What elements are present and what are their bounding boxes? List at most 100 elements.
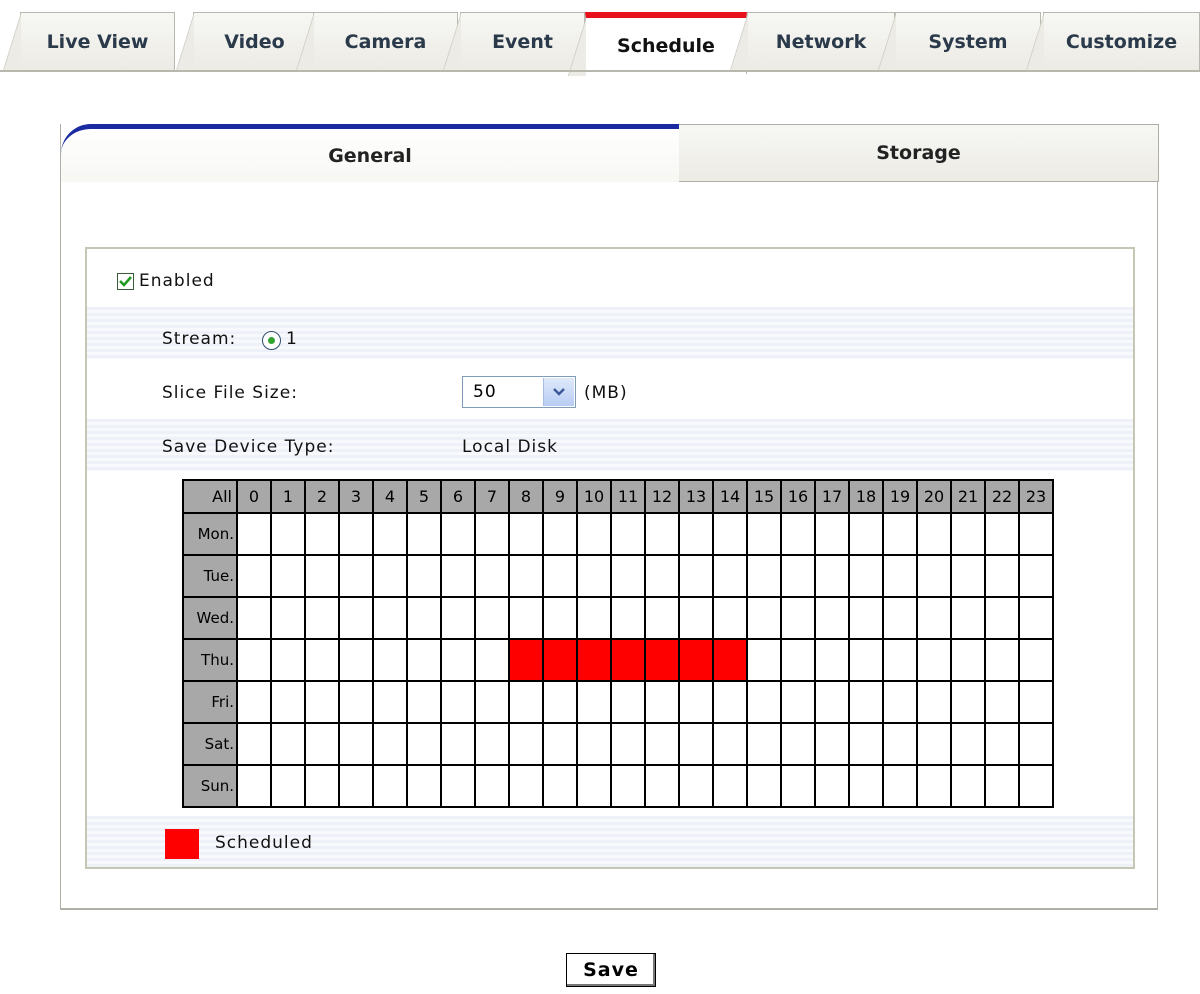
hour-header-18[interactable]: 18 [848,479,884,514]
hour-header-10[interactable]: 10 [576,479,612,514]
save-button[interactable]: Save [566,953,656,987]
schedule-cell[interactable] [406,554,442,598]
schedule-cell[interactable] [542,764,578,808]
schedule-cell[interactable] [678,680,714,724]
schedule-cell[interactable] [780,638,816,682]
schedule-cell[interactable] [440,596,476,640]
schedule-cell[interactable] [542,680,578,724]
schedule-cell[interactable] [644,764,680,808]
schedule-cell[interactable] [1018,764,1054,808]
schedule-cell[interactable] [270,512,306,556]
schedule-cell[interactable] [882,554,918,598]
tab-system[interactable]: System [878,12,1041,71]
schedule-cell[interactable] [882,764,918,808]
schedule-cell[interactable] [610,638,646,682]
schedule-cell[interactable] [270,680,306,724]
schedule-cell[interactable] [304,722,340,766]
schedule-cell[interactable] [882,596,918,640]
schedule-cell[interactable] [848,554,884,598]
schedule-cell[interactable] [474,554,510,598]
schedule-cell[interactable] [984,596,1020,640]
schedule-cell[interactable] [610,764,646,808]
schedule-cell[interactable] [542,722,578,766]
select-all-cell[interactable]: All [182,479,238,514]
schedule-cell[interactable] [440,638,476,682]
hour-header-4[interactable]: 4 [372,479,408,514]
schedule-cell[interactable] [644,638,680,682]
schedule-cell[interactable] [542,638,578,682]
schedule-cell[interactable] [984,554,1020,598]
schedule-cell[interactable] [304,764,340,808]
tab-storage[interactable]: Storage [679,124,1159,182]
schedule-cell[interactable] [916,596,952,640]
schedule-cell[interactable] [236,764,272,808]
schedule-cell[interactable] [950,554,986,598]
tab-customize[interactable]: Customize [1026,12,1200,71]
schedule-cell[interactable] [712,764,748,808]
schedule-cell[interactable] [1018,638,1054,682]
schedule-cell[interactable] [270,596,306,640]
schedule-cell[interactable] [780,764,816,808]
schedule-cell[interactable] [236,596,272,640]
schedule-cell[interactable] [338,638,374,682]
day-label-sun[interactable]: Sun. [182,764,238,808]
schedule-cell[interactable] [746,638,782,682]
schedule-cell[interactable] [406,722,442,766]
schedule-cell[interactable] [236,554,272,598]
schedule-cell[interactable] [508,596,544,640]
stream-1-radio[interactable] [262,331,281,350]
schedule-cell[interactable] [304,512,340,556]
schedule-cell[interactable] [644,512,680,556]
hour-header-21[interactable]: 21 [950,479,986,514]
schedule-cell[interactable] [712,638,748,682]
schedule-cell[interactable] [780,512,816,556]
schedule-cell[interactable] [848,512,884,556]
schedule-cell[interactable] [338,722,374,766]
schedule-cell[interactable] [678,512,714,556]
schedule-cell[interactable] [542,554,578,598]
schedule-cell[interactable] [882,638,918,682]
schedule-cell[interactable] [440,512,476,556]
schedule-cell[interactable] [304,680,340,724]
hour-header-14[interactable]: 14 [712,479,748,514]
schedule-cell[interactable] [406,512,442,556]
schedule-cell[interactable] [746,722,782,766]
schedule-cell[interactable] [814,722,850,766]
schedule-cell[interactable] [440,764,476,808]
schedule-cell[interactable] [304,638,340,682]
schedule-cell[interactable] [372,638,408,682]
hour-header-12[interactable]: 12 [644,479,680,514]
hour-header-13[interactable]: 13 [678,479,714,514]
schedule-cell[interactable] [814,596,850,640]
schedule-cell[interactable] [406,596,442,640]
schedule-cell[interactable] [1018,596,1054,640]
hour-header-20[interactable]: 20 [916,479,952,514]
schedule-cell[interactable] [372,554,408,598]
schedule-cell[interactable] [474,764,510,808]
schedule-cell[interactable] [406,680,442,724]
schedule-cell[interactable] [576,554,612,598]
day-label-tue[interactable]: Tue. [182,554,238,598]
schedule-cell[interactable] [916,638,952,682]
schedule-cell[interactable] [270,764,306,808]
schedule-cell[interactable] [814,554,850,598]
schedule-cell[interactable] [1018,680,1054,724]
schedule-cell[interactable] [1018,554,1054,598]
schedule-cell[interactable] [814,638,850,682]
tab-event[interactable]: Event [443,12,585,71]
schedule-cell[interactable] [508,722,544,766]
schedule-cell[interactable] [236,722,272,766]
schedule-cell[interactable] [610,512,646,556]
schedule-cell[interactable] [440,680,476,724]
hour-header-19[interactable]: 19 [882,479,918,514]
schedule-cell[interactable] [678,764,714,808]
schedule-cell[interactable] [542,512,578,556]
schedule-cell[interactable] [1018,512,1054,556]
slice-size-select[interactable]: 50 [462,376,576,408]
day-label-wed[interactable]: Wed. [182,596,238,640]
schedule-cell[interactable] [542,596,578,640]
schedule-cell[interactable] [644,680,680,724]
schedule-cell[interactable] [236,680,272,724]
schedule-cell[interactable] [916,554,952,598]
hour-header-16[interactable]: 16 [780,479,816,514]
